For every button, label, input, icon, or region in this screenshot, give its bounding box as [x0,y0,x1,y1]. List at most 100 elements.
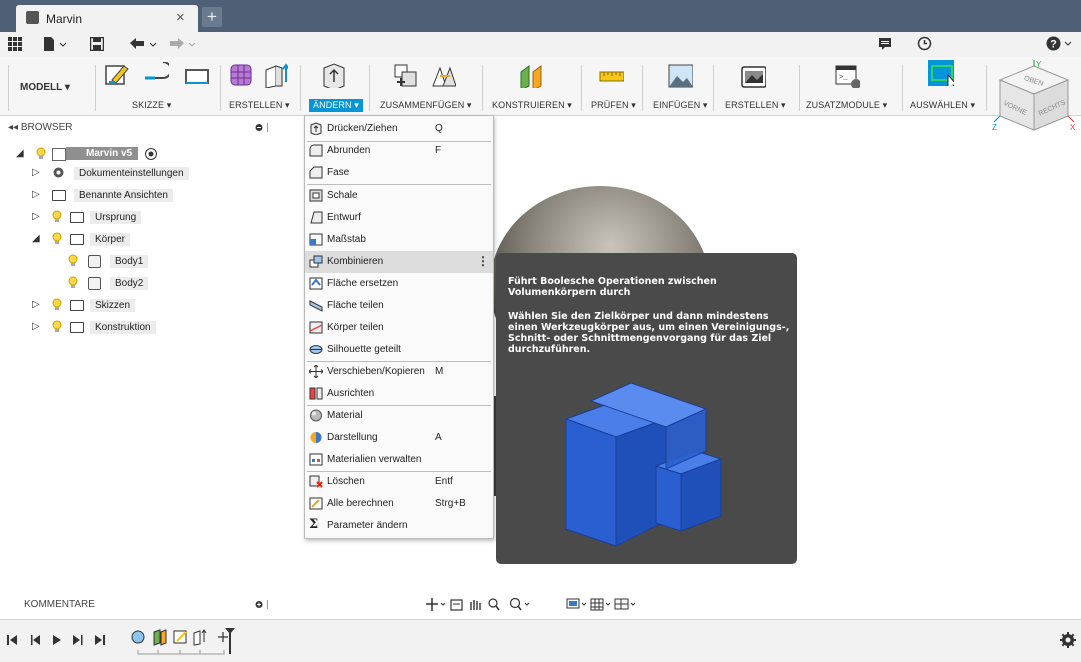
visibility-bulb-icon[interactable] [52,320,62,333]
timeline-features[interactable] [128,628,243,656]
menu-item-material[interactable]: Material [305,405,493,427]
construct-group-label[interactable]: KONSTRUIEREN ▾ [492,100,572,111]
look-at-icon[interactable] [450,599,463,611]
visibility-bulb-icon[interactable] [68,276,78,289]
comments-toggle-icon[interactable] [255,600,271,609]
expand-icon[interactable]: ▷ [32,189,40,200]
tree-item-origin[interactable]: ▷ Ursprung [30,209,190,227]
expand-icon[interactable]: ▷ [32,167,40,178]
inspect-group-label[interactable]: PRÜFEN ▾ [591,100,636,111]
tree-item-document-settings[interactable]: ▷ Dokumenteinstellungen [30,165,200,183]
browser-toggle-icon[interactable] [255,123,271,132]
measure-icon[interactable] [598,62,624,88]
insert-group-label[interactable]: EINFÜGEN ▾ [653,100,708,111]
tree-item-named-views[interactable]: ▷ Benannte Ansichten [30,187,190,205]
expand-icon[interactable]: ▷ [32,211,40,222]
new-tab-button[interactable]: + [202,7,222,27]
offset-plane-icon[interactable] [518,62,544,88]
press-pull-icon[interactable] [320,62,346,88]
render-group-label[interactable]: ERSTELLEN ▾ [725,100,786,111]
joint-icon[interactable] [430,62,456,88]
close-tab-icon[interactable]: × [176,9,185,26]
previous-step-icon[interactable] [31,635,40,645]
menu-item-delete[interactable]: Löschen Entf [305,471,493,493]
menu-item-compute-all[interactable]: Alle berechnen Strg+B [305,493,493,515]
menu-item-appearance[interactable]: Darstellung A [305,427,493,449]
browser-header[interactable]: ◂◂ BROWSER [0,117,272,137]
menu-item-silhouette-split[interactable]: Silhouette geteilt [305,339,493,361]
render-icon[interactable] [740,62,766,88]
menu-item-align[interactable]: Ausrichten [305,383,493,405]
more-options-icon[interactable]: ⋮ [477,254,489,268]
expand-icon[interactable]: ▷ [32,299,40,310]
rectangle-icon[interactable] [184,62,210,88]
help-icon[interactable]: ? [1046,36,1074,51]
tree-item-bodies[interactable]: ◢ Körper [30,231,190,249]
select-group-label[interactable]: AUSWÄHLEN ▾ [910,100,975,111]
redo-icon[interactable] [168,37,198,51]
menu-item-split-face[interactable]: Fläche teilen [305,295,493,317]
collapse-icon[interactable]: ◢ [32,233,40,244]
comments-panel-header[interactable]: KOMMENTARE [0,594,272,614]
browser-root[interactable]: ◢ Marvin v5 [14,146,174,164]
assemble-group-label[interactable]: ZUSAMMENFÜGEN ▾ [380,100,472,111]
fit-icon[interactable] [509,597,530,611]
scripts-addins-icon[interactable]: >_ [834,62,860,88]
menu-item-shell[interactable]: Schale [305,185,493,207]
display-settings-icon[interactable] [566,598,587,609]
grid-settings-icon[interactable] [590,598,611,611]
menu-item-move-copy[interactable]: Verschieben/Kopieren M [305,361,493,383]
menu-item-manage-materials[interactable]: Materialien verwalten [305,449,493,471]
create-form-icon[interactable] [228,62,254,88]
menu-item-draft[interactable]: Entwurf [305,207,493,229]
save-icon[interactable] [90,37,104,51]
pan-hand-icon[interactable] [470,600,481,610]
compute-all-icon [309,497,323,510]
orbit-icon[interactable] [426,598,446,611]
line-arc-icon[interactable] [143,62,169,88]
notifications-icon[interactable] [878,37,892,51]
sketch-group-label[interactable]: SKIZZE ▾ [132,100,171,111]
collapse-icon[interactable]: ◢ [16,148,24,159]
menu-item-fillet[interactable]: Abrunden F [305,140,493,162]
menu-item-press-pull[interactable]: Drücken/Ziehen Q [305,118,493,140]
activate-icon[interactable] [144,147,158,161]
play-icon[interactable] [53,635,61,645]
addins-group-label[interactable]: ZUSATZMODULE ▾ [806,100,887,111]
select-icon[interactable] [928,60,954,86]
tree-item-body2[interactable]: Body2 [66,275,186,293]
undo-icon[interactable] [128,37,158,51]
tree-item-sketches[interactable]: ▷ Skizzen [30,297,190,315]
new-component-icon[interactable] [392,62,418,88]
visibility-bulb-icon[interactable] [68,254,78,267]
file-menu-icon[interactable] [44,37,68,51]
go-to-start-icon[interactable] [7,635,17,645]
extrude-icon[interactable] [262,62,288,88]
timeline-settings-gear-icon[interactable] [1060,632,1076,648]
tree-item-construction[interactable]: ▷ Konstruktion [30,319,190,337]
viewports-icon[interactable] [614,598,636,610]
insert-image-icon[interactable] [667,62,693,88]
document-tab[interactable]: Marvin × [16,5,198,32]
next-step-icon[interactable] [73,635,83,645]
visibility-bulb-icon[interactable] [52,210,62,223]
menu-item-combine[interactable]: Kombinieren ⋮ [305,251,493,273]
zoom-icon[interactable] [488,598,500,611]
menu-item-replace-face[interactable]: Fläche ersetzen [305,273,493,295]
app-grid-icon[interactable] [8,37,22,51]
visibility-bulb-icon[interactable] [52,232,62,245]
expand-icon[interactable]: ▷ [32,321,40,332]
menu-item-split-body[interactable]: Körper teilen [305,317,493,339]
visibility-bulb-icon[interactable] [36,147,46,160]
workspace-switcher[interactable]: MODELL ▾ [20,82,70,93]
job-status-icon[interactable] [917,36,932,51]
menu-item-chamfer[interactable]: Fase [305,162,493,184]
tree-item-body1[interactable]: Body1 [66,253,186,271]
go-to-end-icon[interactable] [95,635,105,645]
menu-item-scale[interactable]: Maßstab [305,229,493,251]
create-group-label[interactable]: ERSTELLEN ▾ [229,100,290,111]
create-sketch-icon[interactable] [104,62,130,88]
visibility-bulb-icon[interactable] [52,298,62,311]
modify-group-label[interactable]: ÄNDERN ▾ [309,99,363,112]
menu-item-change-parameters[interactable]: Σ Parameter ändern [305,515,493,537]
